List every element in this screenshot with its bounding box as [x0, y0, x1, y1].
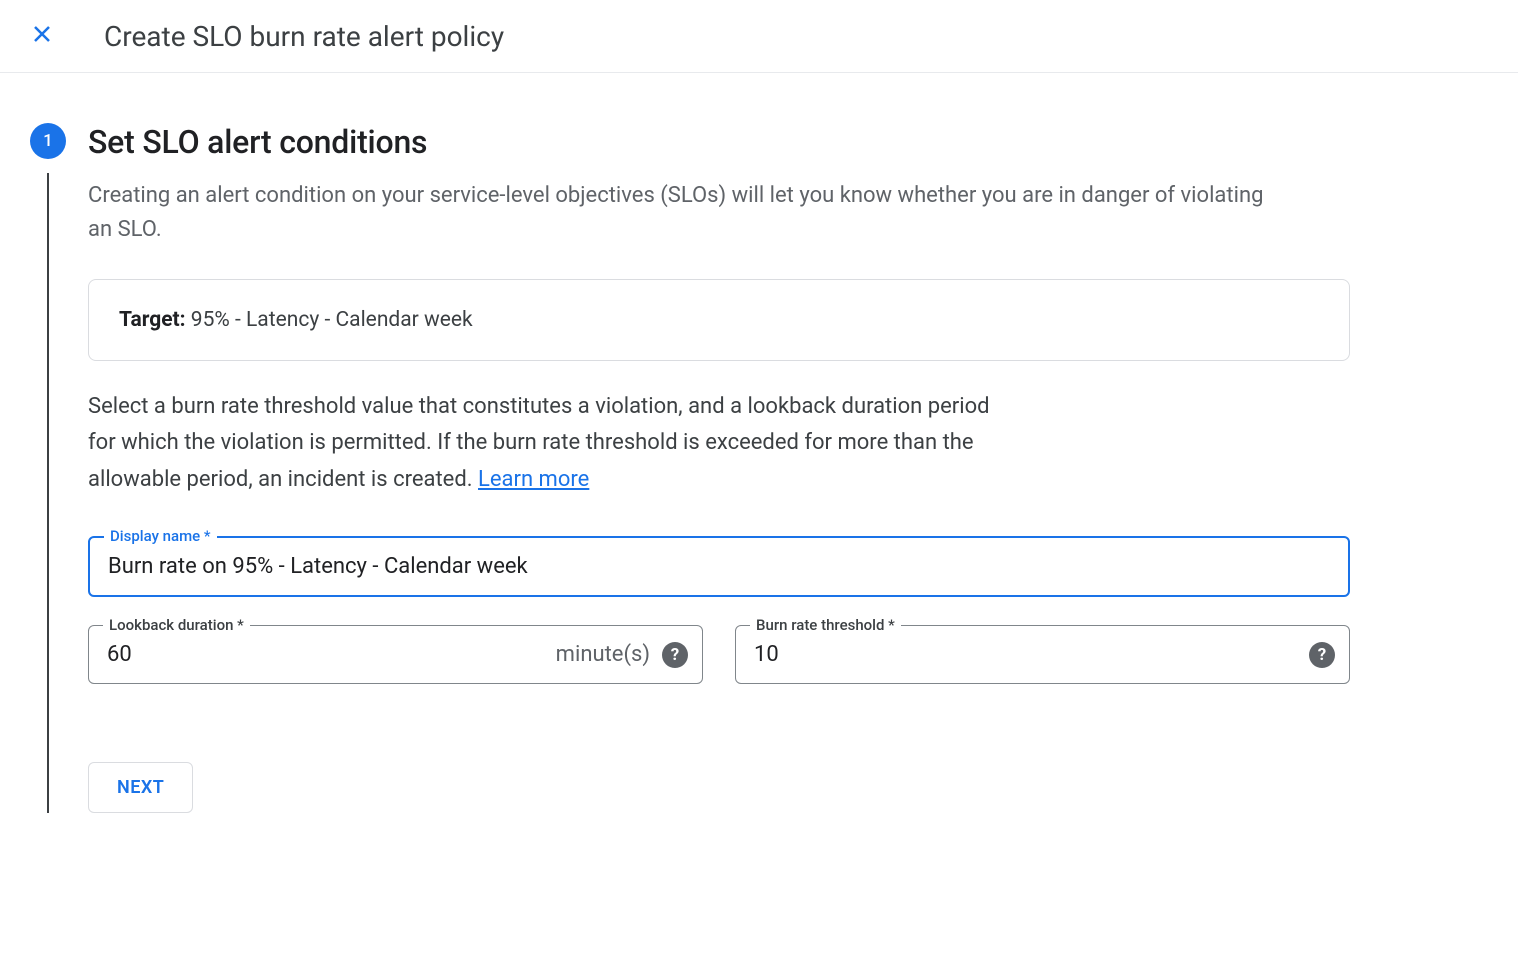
- display-name-field-group: Display name *: [88, 536, 1350, 597]
- lookback-field-outline: Lookback duration * minute(s) ?: [88, 625, 703, 684]
- step-title: Set SLO alert conditions: [88, 123, 1350, 161]
- threshold-help-icon[interactable]: ?: [1309, 642, 1335, 668]
- target-value: 95% - Latency - Calendar week: [186, 308, 473, 332]
- close-button[interactable]: [24, 18, 60, 54]
- dialog-header: Create SLO burn rate alert policy: [0, 0, 1518, 73]
- next-button[interactable]: NEXT: [88, 762, 193, 813]
- dialog-title: Create SLO burn rate alert policy: [104, 20, 504, 53]
- burn-rate-threshold-input[interactable]: [736, 626, 1309, 683]
- instruction-text: Select a burn rate threshold value that …: [88, 389, 1008, 498]
- threshold-input-wrapper: ?: [736, 626, 1349, 683]
- lookback-label: Lookback duration *: [103, 616, 250, 634]
- step-connector-line: [47, 173, 49, 813]
- threshold-label: Burn rate threshold *: [750, 616, 901, 634]
- learn-more-link[interactable]: Learn more: [478, 467, 589, 492]
- step-body: Set SLO alert conditions Creating an ale…: [88, 123, 1350, 813]
- display-name-label: Display name *: [104, 527, 217, 545]
- lookback-input-wrapper: minute(s) ?: [89, 626, 702, 683]
- threshold-field-group: Burn rate threshold * ?: [735, 625, 1350, 684]
- display-name-field-outline: Display name *: [88, 536, 1350, 597]
- row-fields: Lookback duration * minute(s) ? Burn rat…: [88, 625, 1350, 712]
- lookback-suffix: minute(s): [556, 642, 650, 667]
- lookback-field-group: Lookback duration * minute(s) ?: [88, 625, 703, 684]
- step-description: Creating an alert condition on your serv…: [88, 179, 1288, 247]
- lookback-duration-input[interactable]: [89, 626, 556, 683]
- target-label: Target:: [119, 308, 186, 332]
- target-card: Target: 95% - Latency - Calendar week: [88, 279, 1350, 361]
- close-icon: [30, 22, 54, 50]
- step-container: 1 Set SLO alert conditions Creating an a…: [30, 123, 1350, 813]
- step-number-badge: 1: [30, 123, 66, 159]
- threshold-field-outline: Burn rate threshold * ?: [735, 625, 1350, 684]
- step-indicator: 1: [30, 123, 66, 813]
- display-name-input[interactable]: [90, 538, 1348, 595]
- dialog-content: 1 Set SLO alert conditions Creating an a…: [0, 73, 1380, 863]
- lookback-help-icon[interactable]: ?: [662, 642, 688, 668]
